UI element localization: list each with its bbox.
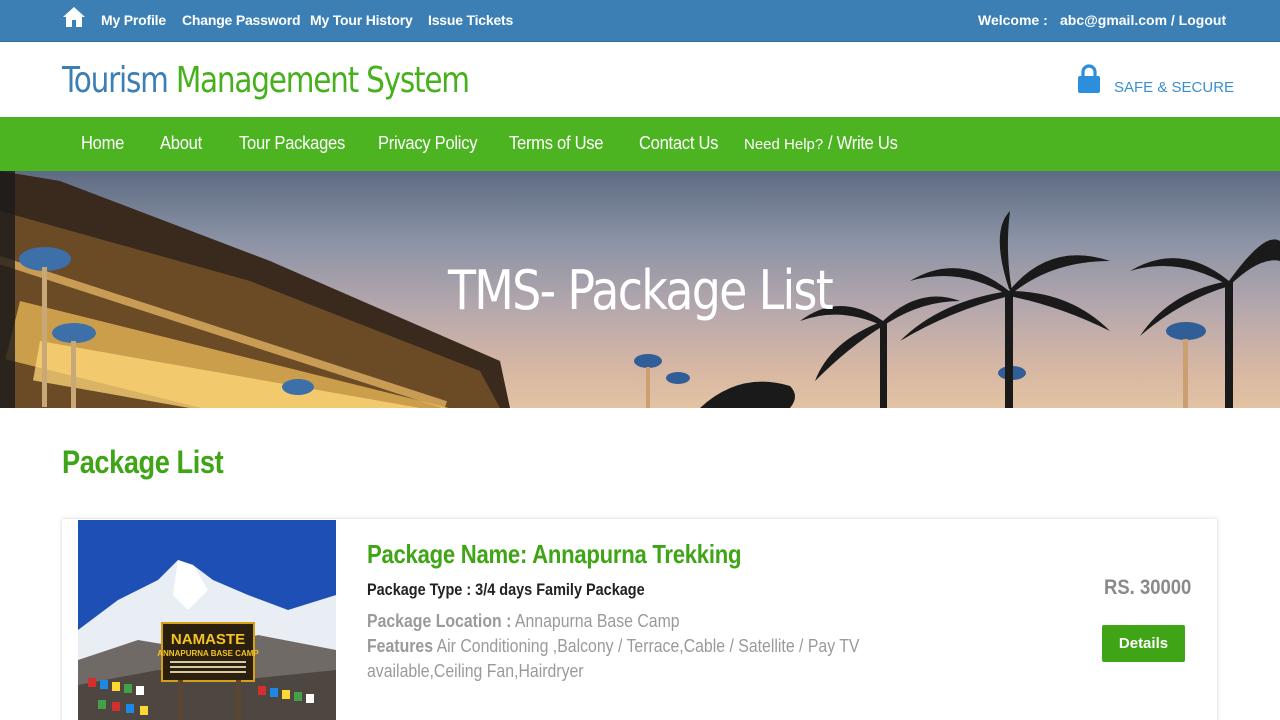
nav-about[interactable]: About xyxy=(160,133,202,154)
banner-title: TMS- Package List xyxy=(447,259,834,322)
package-type: Package Type : 3/4 days Family Package xyxy=(367,580,645,599)
main-nav: Home About Tour Packages Privacy Policy … xyxy=(0,117,1280,171)
package-name: Package Name: Annapurna Trekking xyxy=(367,539,742,569)
logo-part-tourism: Tourism xyxy=(62,60,169,101)
nav-privacy-policy[interactable]: Privacy Policy xyxy=(378,133,477,154)
logo-part-management: Management System xyxy=(175,60,470,101)
package-features-label: Features xyxy=(367,636,434,656)
top-bar: My Profile Change Password My Tour Histo… xyxy=(0,0,1280,42)
nav-terms-of-use[interactable]: Terms of Use xyxy=(509,133,604,154)
lock-icon xyxy=(1078,64,1100,93)
nav-contact-us[interactable]: Contact Us xyxy=(639,133,718,154)
sign-line-1: NAMASTE xyxy=(171,631,245,648)
safe-secure-label: SAFE & SECURE xyxy=(1114,79,1235,96)
package-location-value: Annapurna Base Camp xyxy=(514,611,680,631)
sign-line-2: ANNAPURNA BASE CAMP xyxy=(157,649,259,658)
details-button[interactable]: Details xyxy=(1102,625,1185,662)
welcome-label: Welcome : xyxy=(978,12,1048,28)
my-profile-link[interactable]: My Profile xyxy=(101,12,166,28)
home-icon[interactable] xyxy=(62,6,86,28)
package-image[interactable]: NAMASTE ANNAPURNA BASE CAMP xyxy=(78,520,336,720)
package-features-continued: available,Ceiling Fan,Hairdryer xyxy=(367,661,584,681)
page-title: Package List xyxy=(62,444,224,480)
package-image-graphic: NAMASTE ANNAPURNA BASE CAMP xyxy=(78,520,336,720)
nav-need-help[interactable]: Need Help? xyxy=(744,136,823,153)
site-logo[interactable]: Tourism Management System xyxy=(62,60,470,101)
package-features-value: Air Conditioning ,Balcony / Terrace,Cabl… xyxy=(436,636,860,656)
my-tour-history-link[interactable]: My Tour History xyxy=(310,12,413,28)
package-location-label: Package Location : xyxy=(367,611,512,631)
site-header: Tourism Management System SAFE & SECURE xyxy=(0,42,1280,117)
issue-tickets-link[interactable]: Issue Tickets xyxy=(428,12,513,28)
nav-home[interactable]: Home xyxy=(81,133,124,154)
change-password-link[interactable]: Change Password xyxy=(182,12,301,28)
account-logout-link[interactable]: abc@gmail.com / Logout xyxy=(1060,12,1226,28)
package-card: NAMASTE ANNAPURNA BASE CAMP Package Name… xyxy=(62,519,1217,720)
package-price: RS. 30000 xyxy=(1104,576,1192,599)
package-features: Features Air Conditioning ,Balcony / Ter… xyxy=(367,636,859,657)
package-location: Package Location : Annapurna Base Camp xyxy=(367,611,680,632)
page-banner: TMS- Package List xyxy=(0,171,1280,408)
nav-write-us[interactable]: / Write Us xyxy=(828,133,898,154)
nav-tour-packages[interactable]: Tour Packages xyxy=(239,133,345,154)
